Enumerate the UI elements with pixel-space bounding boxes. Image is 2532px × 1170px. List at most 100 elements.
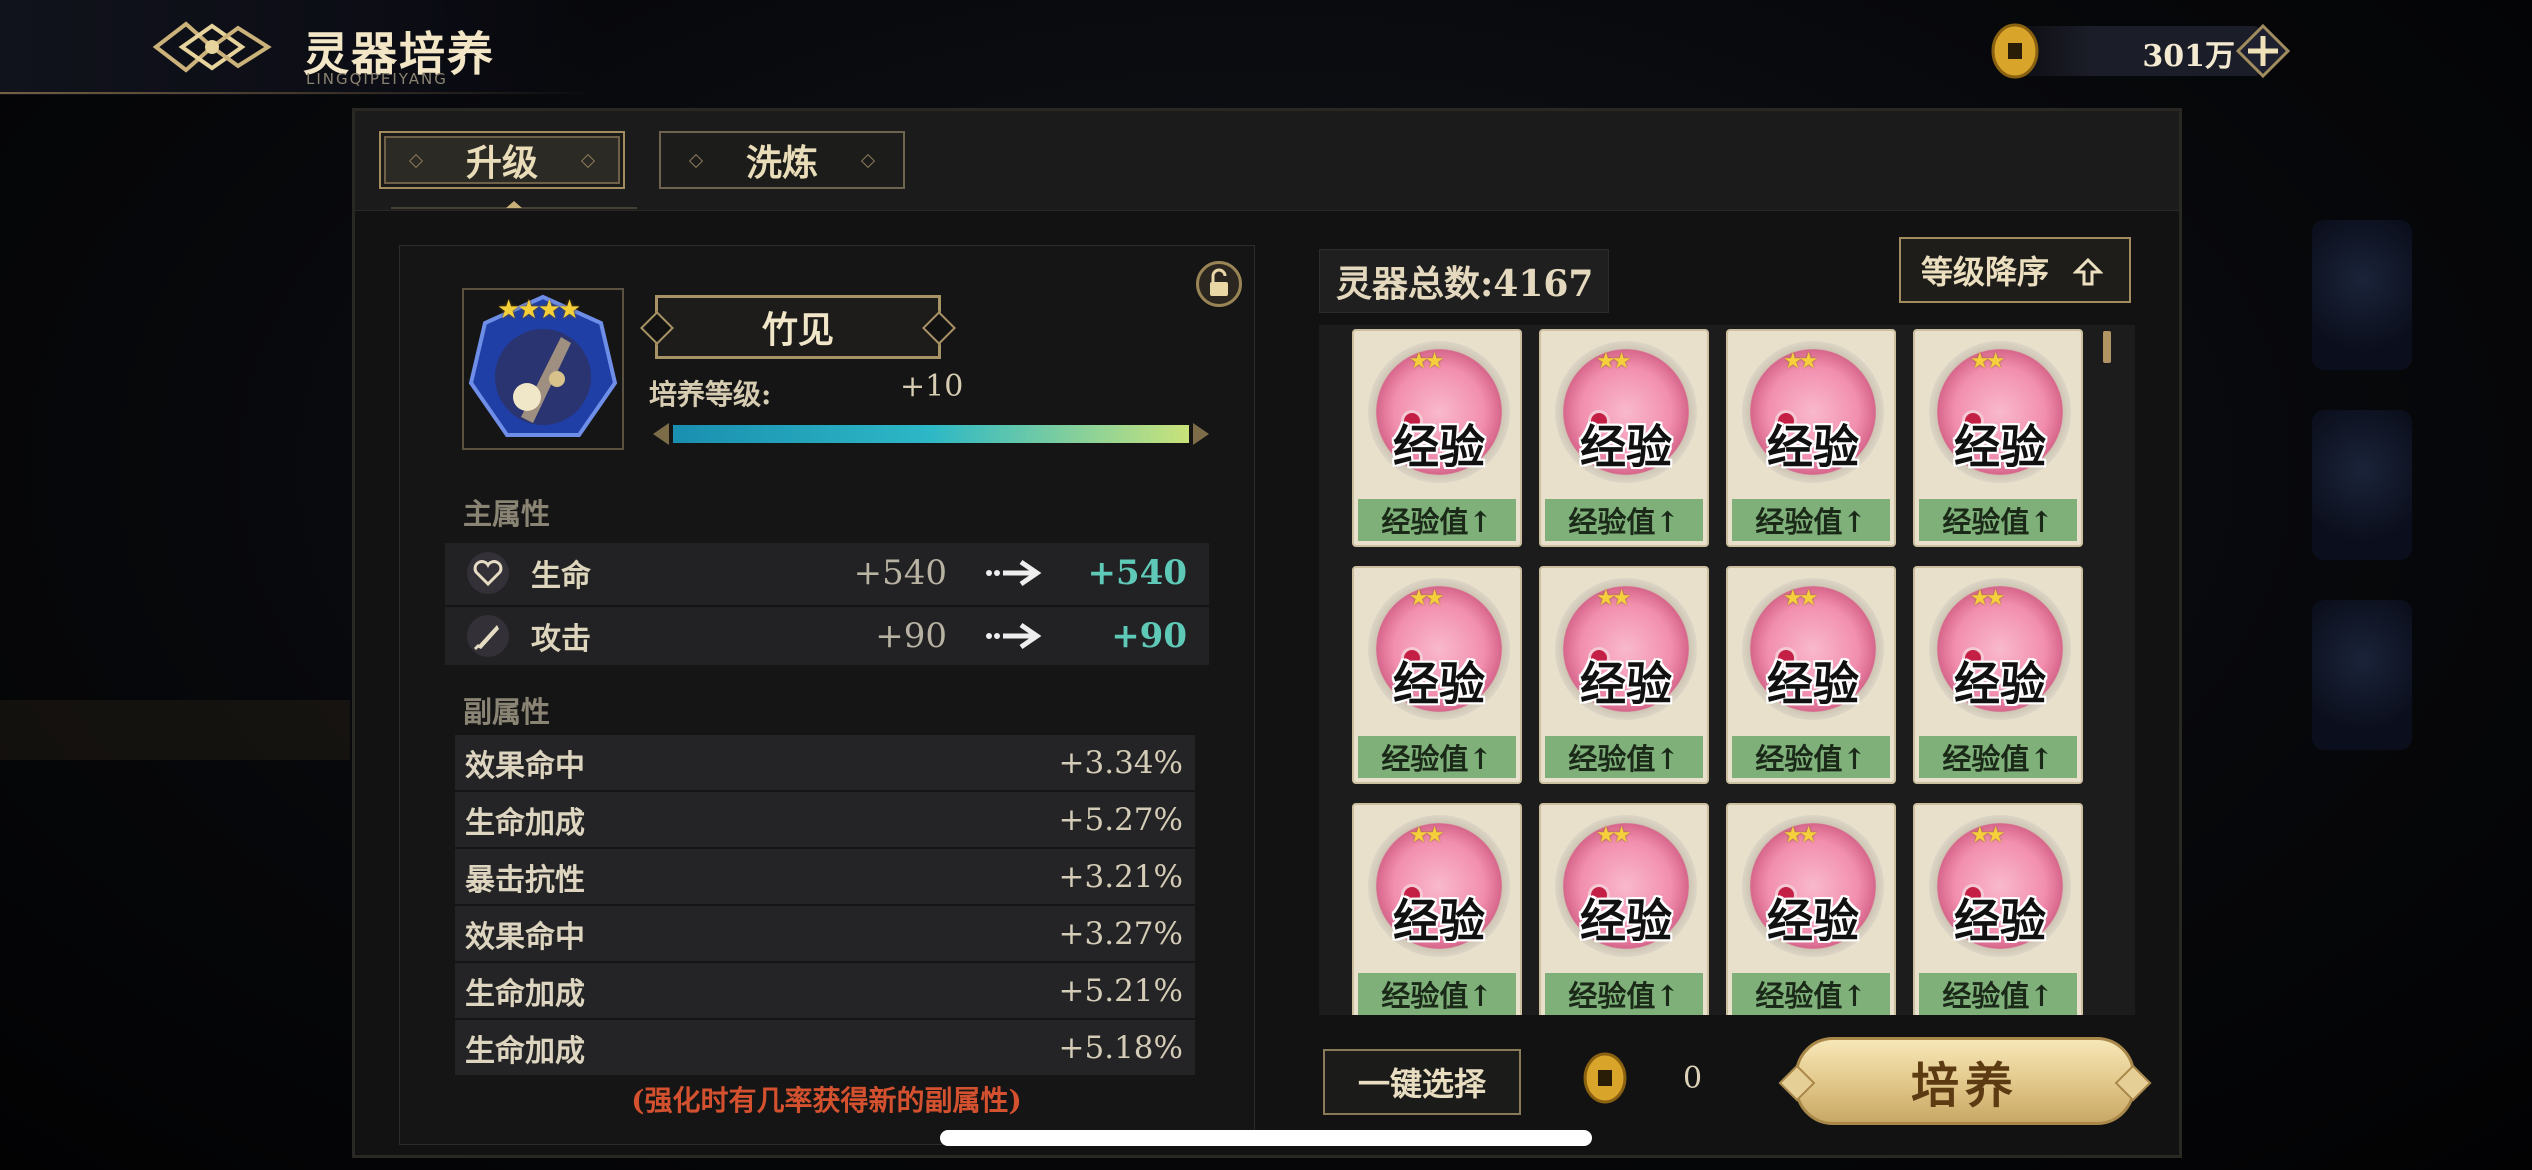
sub-attr-hint: (强化时有几率获得新的副属性) xyxy=(631,1084,1022,1117)
active-tab-indicator xyxy=(391,201,637,209)
star-rating: ★★ xyxy=(1783,349,1819,374)
top-bar xyxy=(0,0,600,95)
card-orb-text: 经验 xyxy=(1954,420,2046,474)
coin-icon xyxy=(1990,22,2040,80)
sub-attr-row: 生命加成 +5.21% xyxy=(455,963,1195,1018)
main-attr-row: 攻击 +90 +90 xyxy=(445,605,1209,665)
card-orb-text: 经验 xyxy=(1767,894,1859,948)
star-rating: ★★ xyxy=(1409,586,1445,611)
main-attr-list: 生命 +540 +540 攻击 +90 +90 xyxy=(445,543,1209,665)
sub-attr-heading: 副属性 xyxy=(463,695,551,729)
card-foot-label: 经验值↑ xyxy=(1358,736,1516,778)
card-foot-label: 经验值↑ xyxy=(1919,499,2077,541)
page-subtitle: LINGQIPEIYANG xyxy=(306,70,448,88)
star-rating: ★★ xyxy=(1596,349,1632,374)
home-indicator[interactable] xyxy=(940,1130,1592,1146)
exp-material-card[interactable]: ★★ 经验 经验值↑ xyxy=(1352,329,1522,547)
arrow-right-icon xyxy=(983,621,1043,651)
card-foot-label: 经验值↑ xyxy=(1545,973,1703,1015)
main-attr-name: 攻击 xyxy=(531,622,591,657)
level-progress-bar xyxy=(653,423,1209,445)
star-rating: ★★ xyxy=(1970,349,2006,374)
top-bar-divider xyxy=(0,92,600,94)
sub-attr-value: +5.27% xyxy=(1058,801,1183,838)
currency-display: 301万 xyxy=(1990,22,2291,80)
card-foot-label: 经验值↑ xyxy=(1545,499,1703,541)
total-count: 灵器总数:4167 xyxy=(1319,249,1609,313)
card-orb-text: 经验 xyxy=(1580,894,1672,948)
card-foot-label: 经验值↑ xyxy=(1358,973,1516,1015)
quick-select-button[interactable]: 一键选择 xyxy=(1323,1049,1521,1115)
train-label: 培养 xyxy=(1910,1058,2019,1114)
sub-attr-name: 效果命中 xyxy=(465,919,585,955)
sub-attr-name: 暴击抗性 xyxy=(465,862,585,898)
sub-attr-name: 生命加成 xyxy=(465,805,585,841)
exp-material-card[interactable]: ★★ 经验 经验值↑ xyxy=(1913,803,2083,1015)
main-attr-name: 生命 xyxy=(531,559,591,594)
cost-value: 0 xyxy=(1683,1061,1703,1096)
exp-material-card[interactable]: ★★ 经验经验值↑ xyxy=(1539,329,1709,547)
card-orb-text: 经验 xyxy=(1393,657,1485,711)
exp-material-card[interactable]: ★★ 经验经验值↑ xyxy=(1913,329,2083,547)
blade-icon xyxy=(467,615,509,657)
total-count-label: 灵器总数:4167 xyxy=(1336,263,1594,305)
inventory-grid[interactable]: ★★ 经验 经验值↑ ★★ 经验 经验值↑ ★★ 经验 经验值↑ ★★ 经验 经验值↑ ★★ 经验 经验值↑… xyxy=(1319,325,2135,1015)
scrollbar[interactable] xyxy=(2103,331,2111,363)
exp-material-card[interactable]: ★★ 经验 经验值↑ xyxy=(1726,566,1896,784)
sub-attr-row: 生命加成 +5.18% xyxy=(455,1020,1195,1075)
sort-arrow-icon xyxy=(2073,257,2103,286)
item-name: 竹见 xyxy=(761,309,834,351)
exp-material-card[interactable]: ★★ 经验 经验值↑ xyxy=(1913,566,2083,784)
main-attr-next: +90 xyxy=(1111,616,1187,656)
add-currency-button[interactable] xyxy=(2235,23,2291,79)
background-scenery xyxy=(2312,220,2422,820)
sub-attr-value: +5.18% xyxy=(1058,1029,1183,1066)
background-glow xyxy=(0,700,350,760)
star-rating: ★★ xyxy=(1409,349,1445,374)
exp-material-card[interactable]: ★★ 经验 经验值↑ xyxy=(1539,566,1709,784)
star-rating: ★★ xyxy=(1970,823,2006,848)
exp-material-card[interactable]: ★★ 经验经验值↑ xyxy=(1539,803,1709,1015)
sort-button[interactable]: 等级降序 xyxy=(1899,237,2131,303)
card-orb-text: 经验 xyxy=(1954,657,2046,711)
sub-attr-value: +3.27% xyxy=(1058,915,1183,952)
exp-material-card[interactable]: ★★ 经验 经验值↑ xyxy=(1726,329,1896,547)
card-orb-text: 经验 xyxy=(1954,894,2046,948)
lock-icon[interactable] xyxy=(1196,261,1242,307)
star-rating: ★★★★ xyxy=(497,295,581,325)
main-attr-heading: 主属性 xyxy=(463,497,551,531)
back-logo-icon[interactable] xyxy=(152,14,272,80)
star-rating: ★★ xyxy=(1596,823,1632,848)
star-rating: ★★ xyxy=(1783,823,1819,848)
card-foot-label: 经验值↑ xyxy=(1358,499,1516,541)
card-orb-text: 经验 xyxy=(1767,657,1859,711)
exp-material-card[interactable]: ★★ 经验 经验值↑ xyxy=(1352,803,1522,1015)
tab-refine[interactable]: 洗炼 xyxy=(659,131,905,189)
tab-refine-label: 洗炼 xyxy=(745,142,818,184)
currency-value: 301万 xyxy=(2142,39,2235,74)
card-orb-text: 经验 xyxy=(1580,420,1672,474)
star-rating: ★★ xyxy=(1596,586,1632,611)
tab-upgrade[interactable]: 升级 xyxy=(379,131,625,189)
sub-attr-value: +3.21% xyxy=(1058,858,1183,895)
main-attr-current: +90 xyxy=(875,616,947,656)
heart-icon xyxy=(467,552,509,594)
tab-upgrade-label: 升级 xyxy=(465,142,538,184)
sub-attr-name: 效果命中 xyxy=(465,748,585,784)
star-rating: ★★ xyxy=(1783,586,1819,611)
level-value: +10 xyxy=(900,369,964,404)
sub-attr-row: 效果命中 +3.27% xyxy=(455,906,1195,961)
sub-attr-row: 效果命中 +3.34% xyxy=(455,735,1195,790)
cultivation-panel: 升级 洗炼 ★★★★ 竹见 培养等级: +10 主属性 生命 +540 +540… xyxy=(352,108,2182,1158)
sort-label: 等级降序 xyxy=(1921,253,2050,291)
level-label: 培养等级: xyxy=(649,378,772,411)
train-button[interactable]: 培养 xyxy=(1795,1037,2135,1125)
card-orb-text: 经验 xyxy=(1767,420,1859,474)
exp-material-card[interactable]: ★★ 经验经验值↑ xyxy=(1352,566,1522,784)
card-orb-text: 经验 xyxy=(1580,657,1672,711)
sub-attr-value: +3.34% xyxy=(1058,744,1183,781)
star-rating: ★★ xyxy=(1970,586,2006,611)
main-attr-current: +540 xyxy=(853,553,947,593)
exp-material-card[interactable]: ★★ 经验 经验值↑ xyxy=(1726,803,1896,1015)
coin-icon xyxy=(1581,1051,1629,1105)
